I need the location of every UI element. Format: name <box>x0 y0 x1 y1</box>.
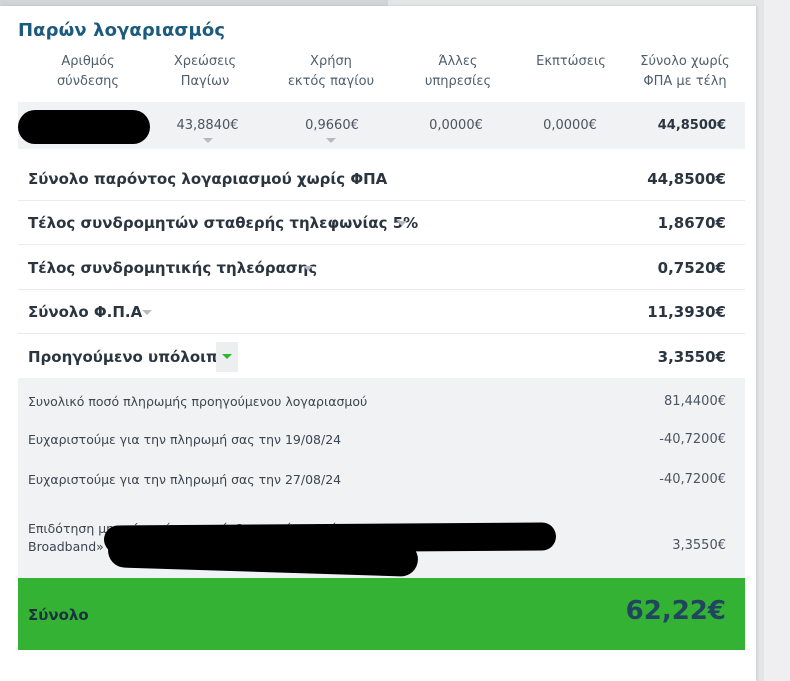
col-header-extra-usage: Χρήση εκτός παγίου <box>287 54 375 89</box>
summary-label: Σύνολο παρόντος λογαριασμού χωρίς ΦΠΑ <box>28 170 388 188</box>
summary-value: 3,3550€ <box>657 348 726 366</box>
summary-row-tv-fee: Τέλος συνδρομητικής τηλεόρασης 0,7520€ <box>18 245 745 290</box>
summary-value: 11,3930€ <box>647 303 726 321</box>
col-header-discounts: Εκπτώσεις <box>536 54 606 69</box>
summary-row-previous-balance: Προηγούμενο υπόλοιπο 3,3550€ <box>18 334 745 378</box>
chevron-down-icon <box>222 354 232 359</box>
cell-total-no-vat: 44,8500€ <box>657 118 726 133</box>
summary-label: Τέλος συνδρομητών σταθερής τηλεφωνίας 5% <box>28 214 419 232</box>
summary-value: 1,8670€ <box>657 214 726 232</box>
total-label: Σύνολο <box>28 606 89 624</box>
extra-usage-chevron-down-icon[interactable] <box>326 138 336 143</box>
detail-value: -40,7200€ <box>659 472 726 487</box>
cell-discounts: 0,0000€ <box>543 118 597 133</box>
right-panel <box>764 0 790 681</box>
summary-row-vat: Σύνολο Φ.Π.Α 11,3930€ <box>18 289 745 334</box>
col-header-fixed-charges: Χρεώσεις Παγίων <box>173 54 237 89</box>
detail-row: Συνολικό ποσό πληρωμής προηγούμενου λογα… <box>18 378 745 416</box>
bill-card: Παρών λογαριασμός Αριθμός σύνδεσης Χρεώσ… <box>0 6 756 681</box>
tv-fee-chevron-down-icon[interactable] <box>303 266 313 271</box>
col-header-connection: Αριθμός σύνδεσης <box>56 54 120 89</box>
page-title: Παρών λογαριασμός <box>18 20 226 41</box>
summary-label: Τέλος συνδρομητικής τηλεόρασης <box>28 259 318 277</box>
detail-label: Συνολικό ποσό πληρωμής προηγούμενου λογα… <box>28 394 368 409</box>
summary-label: Προηγούμενο υπόλοιπο <box>28 348 229 366</box>
detail-value: -40,7200€ <box>659 432 726 447</box>
total-bar: Σύνολο 62,22€ <box>18 578 745 650</box>
previous-balance-toggle[interactable] <box>216 342 238 372</box>
summary-row-telephony-fee: Τέλος συνδρομητών σταθερής τηλεφωνίας 5%… <box>18 200 745 245</box>
summary-value: 0,7520€ <box>657 259 726 277</box>
detail-row: Ευχαριστούμε για την πληρωμή σας την 27/… <box>18 454 745 492</box>
telephony-fee-chevron-down-icon[interactable] <box>397 221 407 226</box>
detail-row: Ευχαριστούμε για την πληρωμή σας την 19/… <box>18 416 745 454</box>
summary-value: 44,8500€ <box>647 170 726 188</box>
redacted-connection-number <box>18 110 150 144</box>
col-header-other-services: Άλλες υπηρεσίες <box>424 54 492 89</box>
detail-value: 81,4400€ <box>663 394 726 409</box>
cell-other-services: 0,0000€ <box>429 118 483 133</box>
vat-chevron-down-icon[interactable] <box>142 310 152 315</box>
detail-value: 3,3550€ <box>672 538 726 553</box>
cell-fixed-charges: 43,8840€ <box>176 118 239 133</box>
detail-label: Ευχαριστούμε για την πληρωμή σας την 27/… <box>28 472 342 487</box>
col-header-total-no-vat: Σύνολο χωρίς ΦΠΑ με τέλη <box>640 54 730 89</box>
summary-row-subtotal: Σύνολο παρόντος λογαριασμού χωρίς ΦΠΑ 44… <box>18 156 745 201</box>
fixed-charges-chevron-down-icon[interactable] <box>203 138 213 143</box>
cell-extra-usage: 0,9660€ <box>305 118 359 133</box>
detail-label: Ευχαριστούμε για την πληρωμή σας την 19/… <box>28 432 342 447</box>
summary-label: Σύνολο Φ.Π.Α <box>28 303 143 321</box>
total-value: 62,22€ <box>625 596 726 626</box>
